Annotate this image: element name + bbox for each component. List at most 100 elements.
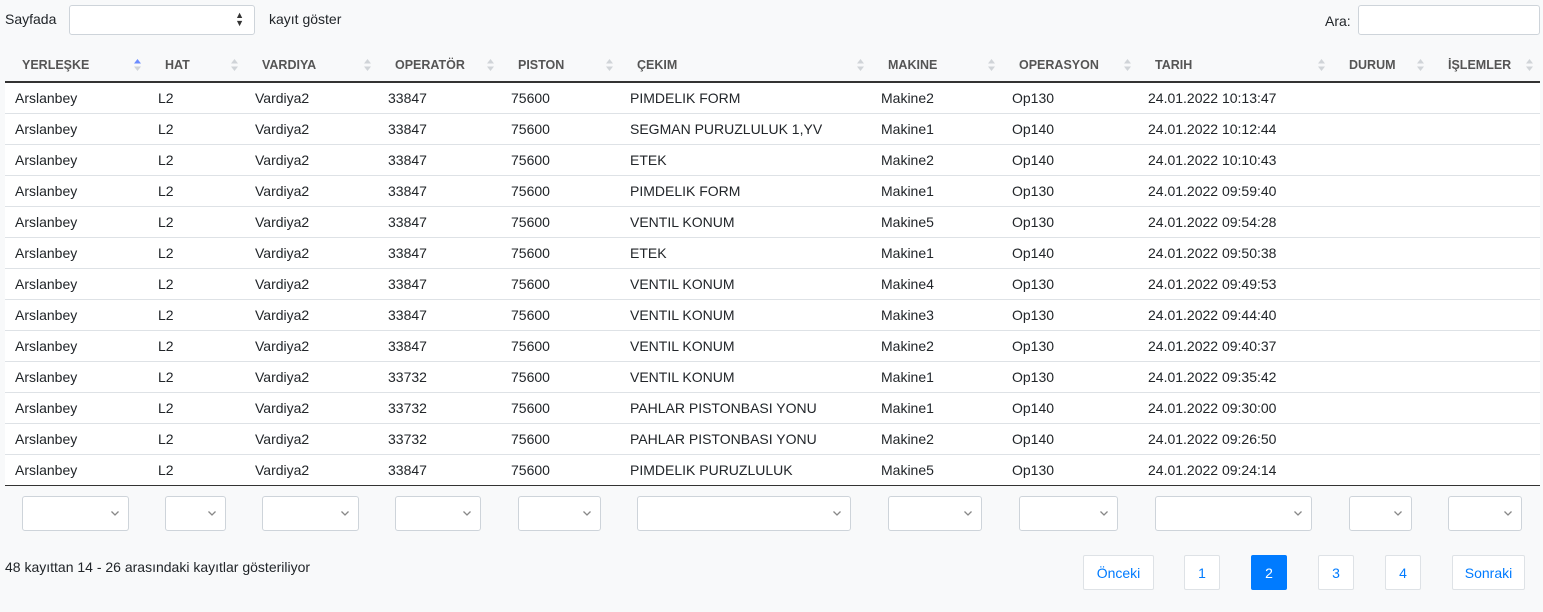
table-row[interactable]: Arslanbey L2 Vardiya2 33732 75600 PAHLAR PIST… — [5, 392, 1540, 424]
column-filter-7[interactable] — [1019, 496, 1118, 531]
table-cell — [1332, 454, 1431, 486]
table-row[interactable]: Arslanbey L2 Vardiya2 33732 75600 PAHLAR PIST… — [5, 423, 1540, 455]
table-row[interactable]: Arslanbey L2 Vardiya2 33847 75600 SEGMAN PURU… — [5, 113, 1540, 145]
page-button-1[interactable]: 1 — [1184, 555, 1220, 590]
column-header-2[interactable]: VARDIYA — [245, 49, 378, 83]
page-length-select[interactable]: ▲ ▼ — [69, 5, 255, 35]
table-cell: 24.01.2022 09:49:53 — [1138, 268, 1332, 300]
table-cell — [1431, 330, 1540, 362]
column-filter-9[interactable] — [1349, 496, 1412, 531]
table-cell: Op130 — [1002, 454, 1138, 486]
column-filter-2[interactable] — [262, 496, 359, 531]
column-header-label: MAKINE — [888, 58, 938, 72]
select-arrows-icon: ▲ ▼ — [235, 10, 244, 28]
chevron-down-icon — [1100, 511, 1108, 516]
table-cell — [1431, 268, 1540, 300]
chevron-down-icon — [964, 511, 972, 516]
table-row[interactable]: Arslanbey L2 Vardiya2 33847 75600 VENTIL KONU… — [5, 330, 1540, 362]
table-cell: Op140 — [1002, 113, 1138, 145]
search-input[interactable] — [1358, 5, 1540, 35]
table-cell — [1431, 423, 1540, 455]
previous-page-button[interactable]: Önceki — [1083, 555, 1154, 590]
sort-icon — [1526, 59, 1533, 71]
table-cell — [1332, 299, 1431, 331]
table-row[interactable]: Arslanbey L2 Vardiya2 33847 75600 ETEK Makine1… — [5, 237, 1540, 269]
table-cell: Op140 — [1002, 423, 1138, 455]
next-page-button[interactable]: Sonraki — [1452, 555, 1525, 590]
column-filter-5[interactable] — [637, 496, 851, 531]
table-cell: Op130 — [1002, 82, 1138, 114]
table-cell: L2 — [148, 175, 245, 207]
table-row[interactable]: Arslanbey L2 Vardiya2 33847 75600 VENTIL KONU… — [5, 206, 1540, 238]
column-header-6[interactable]: MAKINE — [871, 49, 1002, 83]
table-cell: 75600 — [501, 423, 620, 455]
records-table: YERLEŞKE HAT VARDIYA OPERATÖR PISTON ÇEKIM MAK… — [5, 49, 1540, 486]
table-cell: Makine1 — [871, 237, 1002, 269]
column-header-1[interactable]: HAT — [148, 49, 245, 83]
table-cell: VENTIL KONUM — [620, 299, 871, 331]
column-filter-4[interactable] — [518, 496, 601, 531]
length-suffix: kayıt göster — [269, 11, 342, 27]
page-button-4[interactable]: 4 — [1385, 555, 1421, 590]
table-cell: 33732 — [378, 361, 501, 393]
table-row[interactable]: Arslanbey L2 Vardiya2 33847 75600 ETEK Makine2… — [5, 144, 1540, 176]
table-row[interactable]: Arslanbey L2 Vardiya2 33732 75600 VENTIL KONU… — [5, 361, 1540, 393]
table-cell — [1431, 144, 1540, 176]
column-header-9[interactable]: DURUM — [1332, 49, 1431, 83]
table-cell: Op130 — [1002, 268, 1138, 300]
table-cell: Makine5 — [871, 454, 1002, 486]
table-cell — [1431, 206, 1540, 238]
table-cell: VENTIL KONUM — [620, 206, 871, 238]
column-filter-6[interactable] — [888, 496, 982, 531]
table-cell: 33847 — [378, 82, 501, 114]
table-cell — [1332, 392, 1431, 424]
table-cell — [1431, 299, 1540, 331]
column-header-label: VARDIYA — [262, 58, 317, 72]
table-cell: Op140 — [1002, 237, 1138, 269]
sort-icon — [231, 59, 238, 71]
column-filter-0[interactable] — [22, 496, 129, 531]
table-row[interactable]: Arslanbey L2 Vardiya2 33847 75600 PIMDELIK PU… — [5, 454, 1540, 486]
column-header-0[interactable]: YERLEŞKE — [5, 49, 148, 83]
table-cell: Arslanbey — [5, 144, 148, 176]
table-row[interactable]: Arslanbey L2 Vardiya2 33847 75600 PIMDELIK FO… — [5, 175, 1540, 207]
table-cell — [1332, 175, 1431, 207]
table-cell: L2 — [148, 361, 245, 393]
table-cell — [1332, 206, 1431, 238]
table-row[interactable]: Arslanbey L2 Vardiya2 33847 75600 PIMDELIK FO… — [5, 82, 1540, 114]
table-cell — [1431, 82, 1540, 114]
column-filter-8[interactable] — [1155, 496, 1312, 531]
sort-icon — [1417, 59, 1424, 71]
table-cell — [1332, 268, 1431, 300]
column-filter-10[interactable] — [1448, 496, 1522, 531]
table-cell: 33847 — [378, 113, 501, 145]
column-header-7[interactable]: OPERASYON — [1002, 49, 1138, 83]
table-cell: 33847 — [378, 299, 501, 331]
table-cell: L2 — [148, 392, 245, 424]
column-header-8[interactable]: TARIH — [1138, 49, 1332, 83]
table-cell: 33847 — [378, 175, 501, 207]
table-row[interactable]: Arslanbey L2 Vardiya2 33847 75600 VENTIL KONU… — [5, 268, 1540, 300]
chevron-down-icon — [463, 511, 471, 516]
chevron-down-icon — [583, 511, 591, 516]
sort-icon — [487, 59, 494, 71]
column-header-3[interactable]: OPERATÖR — [378, 49, 501, 83]
table-cell: Arslanbey — [5, 299, 148, 331]
table-cell: Makine1 — [871, 175, 1002, 207]
table-cell: Makine1 — [871, 113, 1002, 145]
column-header-5[interactable]: ÇEKIM — [620, 49, 871, 83]
table-row[interactable]: Arslanbey L2 Vardiya2 33847 75600 VENTIL KONU… — [5, 299, 1540, 331]
column-header-4[interactable]: PISTON — [501, 49, 620, 83]
page-button-3[interactable]: 3 — [1318, 555, 1354, 590]
table-cell: Makine1 — [871, 392, 1002, 424]
table-cell: Makine2 — [871, 82, 1002, 114]
page-button-2[interactable]: 2 — [1251, 555, 1287, 590]
table-cell: L2 — [148, 82, 245, 114]
column-header-10[interactable]: İŞLEMLER — [1431, 49, 1540, 83]
column-filter-1[interactable] — [165, 496, 226, 531]
length-label: Sayfada — [5, 11, 57, 27]
table-cell: PIMDELIK PURUZLULUK — [620, 454, 871, 486]
table-cell: ETEK — [620, 237, 871, 269]
column-filter-3[interactable] — [395, 496, 481, 531]
table-cell — [1431, 175, 1540, 207]
